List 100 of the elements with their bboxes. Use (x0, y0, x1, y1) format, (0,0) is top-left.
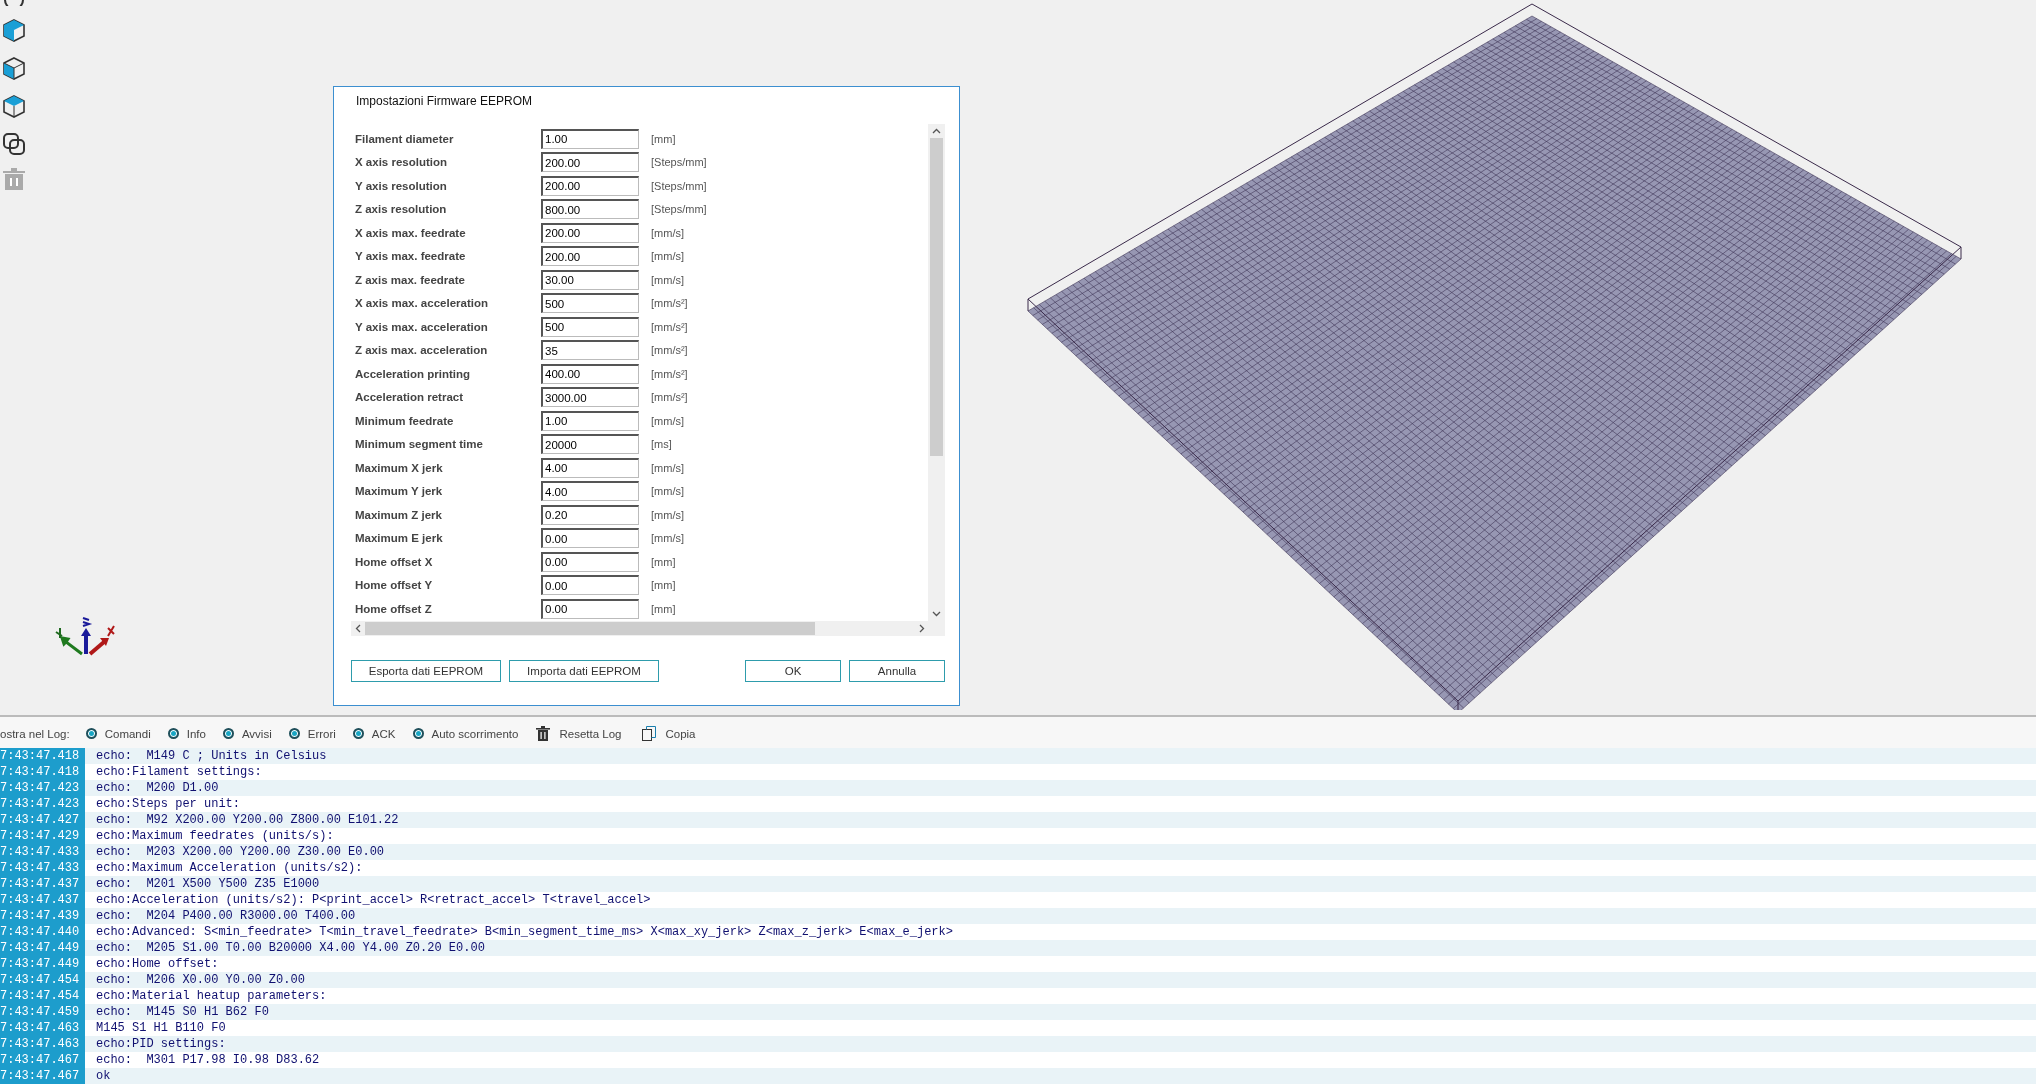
dialog-button[interactable]: Annulla (849, 660, 945, 682)
dialog-button[interactable]: OK (745, 660, 841, 682)
log-filter-toggle[interactable]: Comandi (85, 727, 151, 740)
value-field[interactable]: 0.20 (541, 504, 639, 525)
window-title: Impostazioni Firmware EEPROM (355, 93, 533, 110)
log-timestamp: 7:43:47.429 (0, 828, 85, 844)
cube-icon[interactable] (2, 18, 26, 44)
scroll-right-icon[interactable] (919, 624, 925, 633)
log-timestamp: 7:43:47.418 (0, 748, 85, 764)
value-field[interactable]: 4.00 (541, 457, 639, 478)
log-message: echo: M206 X0.00 Y0.00 Z0.00 (96, 973, 305, 987)
value-field[interactable]: 500 (541, 293, 639, 314)
log-timestamp: 7:43:47.467 (0, 1052, 85, 1068)
unit-label: [mm/s] (651, 273, 684, 286)
value-field[interactable]: 0.00 (541, 528, 639, 549)
log-action-button[interactable]: Copia (641, 725, 710, 742)
value-field[interactable]: 200.00 (541, 152, 639, 173)
log-message: echo: M200 D1.00 (96, 781, 219, 795)
eeprom-button[interactable]: Esporta dati EEPROM (351, 660, 501, 682)
eeprom-button[interactable]: Importa dati EEPROM (509, 660, 659, 682)
unit-label: [mm/s] (651, 485, 684, 498)
value-field[interactable]: 0.00 (541, 598, 639, 619)
unit-label: [mm] (651, 132, 676, 145)
log-message: echo: M149 C ; Units in Celsius (96, 749, 327, 763)
setting-label: X axis resolution (355, 156, 449, 169)
horizontal-scrollbar[interactable] (351, 621, 945, 636)
cube-icon[interactable] (2, 56, 26, 82)
log-timestamp: 7:43:47.423 (0, 780, 85, 796)
scroll-left-icon[interactable] (355, 624, 361, 633)
unit-label: [mm/s²] (651, 391, 688, 404)
setting-label: Home offset X (355, 555, 434, 568)
copy-icon (641, 725, 658, 742)
log-message: echo:Material heatup parameters: (96, 989, 327, 1003)
value-field[interactable]: 0.00 (541, 575, 639, 596)
setting-label: Acceleration printing (355, 367, 472, 380)
setting-label: Maximum Y jerk (355, 485, 444, 498)
log-message: echo:Steps per unit: (96, 797, 241, 811)
value-field[interactable]: 200.00 (541, 175, 639, 196)
unit-label: [mm] (651, 555, 676, 568)
setting-label: Z axis max. feedrate (355, 273, 466, 286)
vertical-scrollbar[interactable] (928, 124, 945, 621)
unit-label: [mm/s] (651, 414, 684, 427)
log-timestamp: 7:43:47.463 (0, 1036, 85, 1052)
value-field[interactable]: 200.00 (541, 222, 639, 243)
scroll-up-icon[interactable] (932, 128, 941, 134)
log-timestamp: 7:43:47.467 (0, 1068, 85, 1084)
log-filter-toggle[interactable]: ACK (352, 727, 396, 740)
log-message: echo: M145 S0 H1 B62 F0 (96, 1005, 269, 1019)
setting-label: Minimum feedrate (355, 414, 455, 427)
unit-label: [mm/s] (651, 250, 684, 263)
log-message: echo:Maximum Acceleration (units/s2): (96, 861, 363, 875)
setting-label: Maximum E jerk (355, 532, 444, 545)
value-field[interactable]: 35 (541, 340, 639, 361)
setting-label: Z axis resolution (355, 203, 448, 216)
value-field[interactable]: 3000.00 (541, 387, 639, 408)
value-field[interactable]: 400.00 (541, 363, 639, 384)
log-message: echo:Acceleration (units/s2): P<print_accel> R<retract_accel> T<travel_accel> (96, 893, 651, 907)
setting-label: Filament diameter (355, 132, 455, 145)
unit-label: [ms] (651, 438, 672, 451)
log-message: echo:PID settings: (96, 1037, 226, 1051)
overlapping-squares-icon[interactable] (2, 132, 26, 156)
setting-label: Y axis max. feedrate (355, 250, 467, 263)
value-field[interactable]: 30.00 (541, 269, 639, 290)
log-message: echo: M201 X500 Y500 Z35 E1000 (96, 877, 320, 891)
cube-icon[interactable] (2, 94, 26, 120)
setting-label: X axis max. acceleration (355, 297, 489, 310)
value-field[interactable]: 200.00 (541, 246, 639, 267)
unit-label: [mm/s²] (651, 344, 688, 357)
log-message: M145 S1 H1 B110 F0 (96, 1021, 226, 1035)
value-field[interactable]: 0.00 (541, 551, 639, 572)
value-field[interactable]: 500 (541, 316, 639, 337)
log-timestamp: 7:43:47.439 (0, 908, 85, 924)
setting-label: Z axis max. acceleration (355, 344, 489, 357)
unit-label: [mm] (651, 579, 676, 592)
scroll-down-icon[interactable] (932, 611, 941, 617)
value-field[interactable]: 800.00 (541, 199, 639, 220)
log-timestamp: 7:43:47.463 (0, 1020, 85, 1036)
unit-label: [mm] (651, 602, 676, 615)
value-field[interactable]: 4.00 (541, 481, 639, 502)
log-filter-toggle[interactable]: Auto scorrimento (412, 727, 519, 740)
log-filter-toggle[interactable]: Errori (288, 727, 336, 740)
setting-label: X axis max. feedrate (355, 226, 467, 239)
unit-label: [mm/s] (651, 508, 684, 521)
log-filter-toggle[interactable]: Info (167, 727, 206, 740)
log-timestamp: 7:43:47.449 (0, 956, 85, 972)
setting-label: Y axis resolution (355, 179, 448, 192)
setting-label: Home offset Z (355, 602, 433, 615)
value-field[interactable]: 20000 (541, 434, 639, 455)
log-action-button[interactable]: Resetta Log (535, 725, 636, 742)
unit-label: [mm/s] (651, 532, 684, 545)
value-field[interactable]: 1.00 (541, 128, 639, 149)
log-timestamp: 7:43:47.454 (0, 972, 85, 988)
value-field[interactable]: 1.00 (541, 410, 639, 431)
log-filter-toggle[interactable]: Avvisi (222, 727, 272, 740)
log-message: echo:Maximum feedrates (units/s): (96, 829, 334, 843)
log-message: echo: M301 P17.98 I0.98 D83.62 (96, 1053, 320, 1067)
log-filter-label: ostra nel Log: (0, 727, 70, 740)
setting-label: Maximum X jerk (355, 461, 444, 474)
unit-label: [mm/s²] (651, 320, 688, 333)
log-timestamp: 7:43:47.423 (0, 796, 85, 812)
